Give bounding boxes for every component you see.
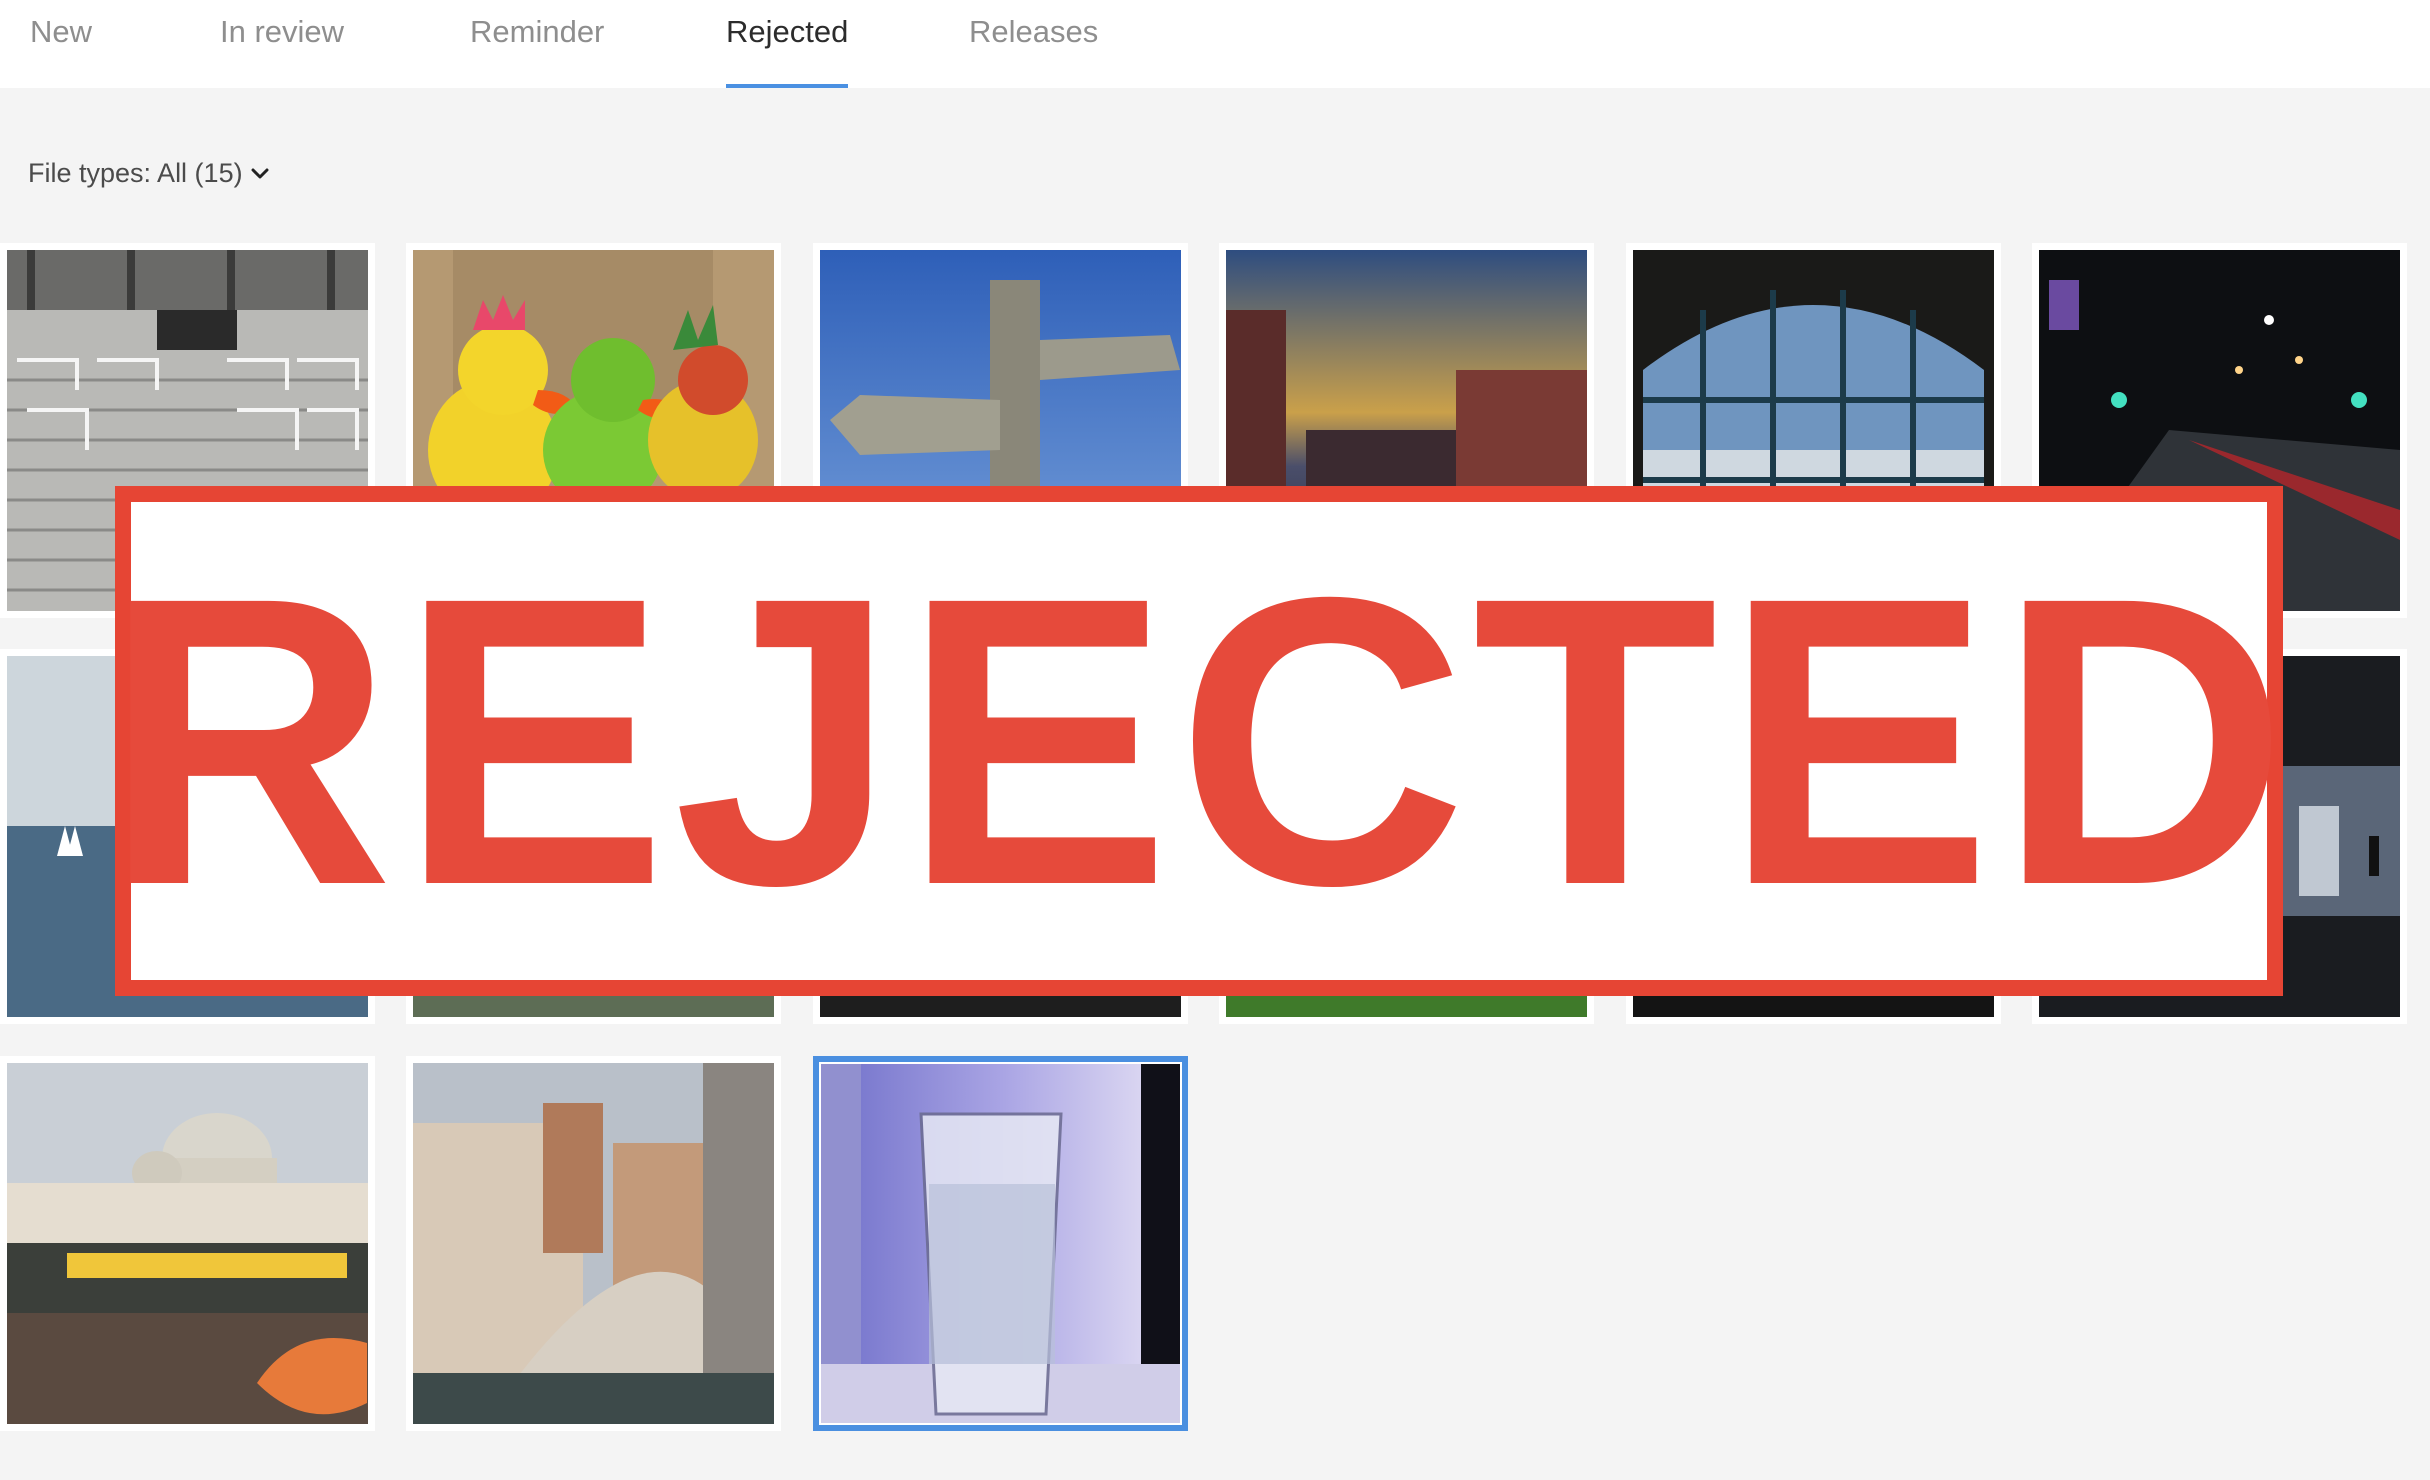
tab-label: New bbox=[30, 14, 93, 49]
thumbnail-venice-rialto[interactable] bbox=[406, 1056, 781, 1431]
tab-label: Reminder bbox=[470, 14, 605, 49]
photo bbox=[413, 1063, 774, 1424]
thumbnail-venice-salute[interactable] bbox=[0, 1056, 375, 1431]
photo bbox=[821, 1064, 1180, 1423]
tab-label: Rejected bbox=[726, 14, 849, 49]
file-types-filter[interactable]: File types: All (15) bbox=[28, 158, 269, 189]
chevron-down-icon bbox=[251, 168, 269, 178]
tab-label: In review bbox=[220, 14, 345, 49]
thumbnail-glass-of-water[interactable] bbox=[813, 1056, 1188, 1431]
tab-bar: New In review Reminder Rejected Releases bbox=[0, 0, 2430, 88]
tab-label: Releases bbox=[969, 14, 1099, 49]
tab-reminder[interactable]: Reminder bbox=[470, 14, 604, 88]
tab-underline bbox=[726, 84, 849, 88]
tab-releases[interactable]: Releases bbox=[969, 14, 1098, 88]
tab-new[interactable]: New bbox=[30, 14, 92, 88]
photo bbox=[7, 1063, 368, 1424]
tab-in-review[interactable]: In review bbox=[220, 14, 344, 88]
tab-rejected[interactable]: Rejected bbox=[726, 14, 849, 88]
file-types-label: File types: All (15) bbox=[28, 158, 243, 188]
rejected-stamp-text: REJECTED bbox=[103, 512, 2295, 970]
rejected-stamp: REJECTED bbox=[104, 486, 2288, 996]
